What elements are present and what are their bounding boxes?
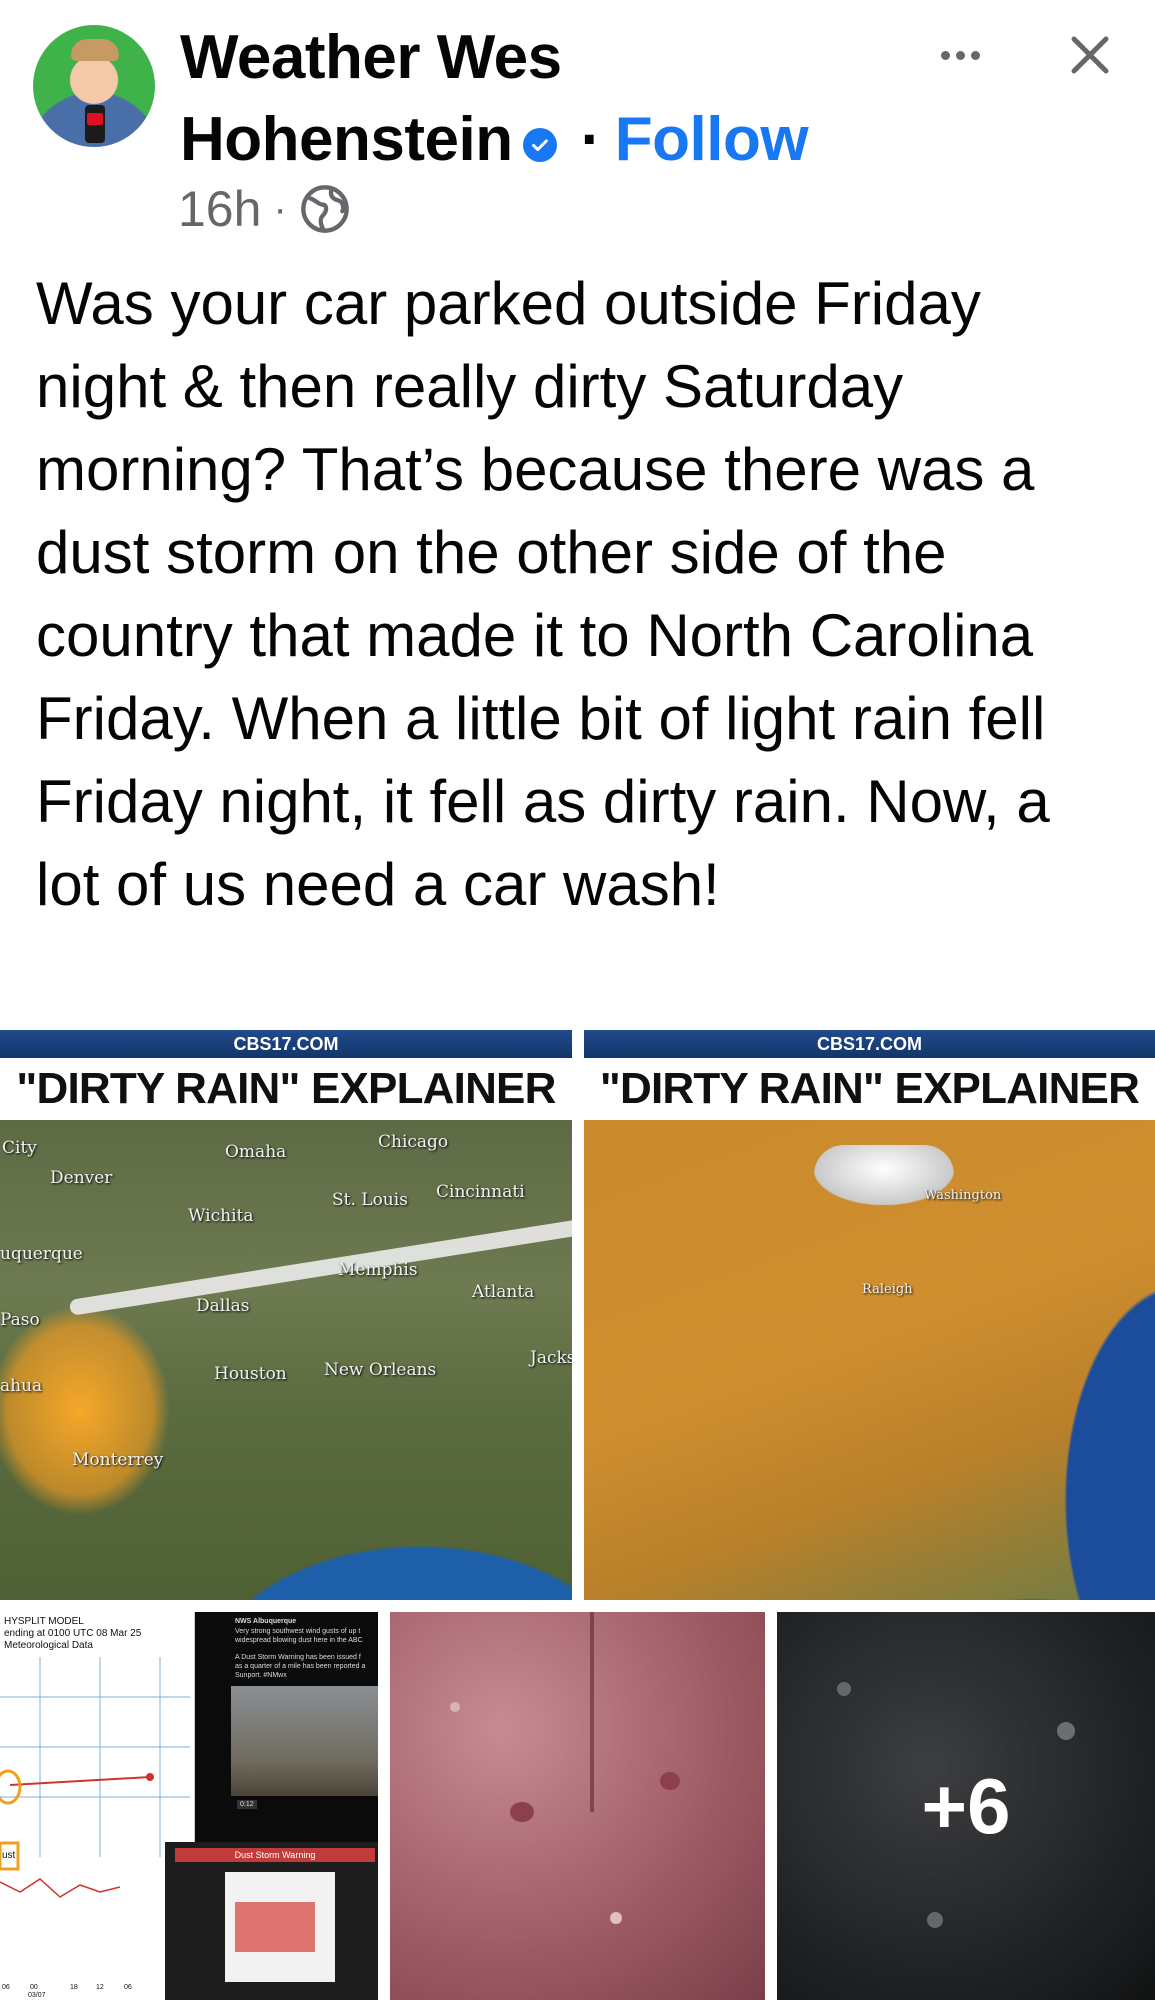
video-time: 0:12 xyxy=(237,1800,257,1809)
site-bar: CBS17.COM xyxy=(0,1030,572,1058)
post-meta: 16h · xyxy=(178,180,351,238)
more-dot xyxy=(970,50,980,60)
post-time[interactable]: 16h xyxy=(178,180,261,238)
map-label: Denver xyxy=(50,1168,113,1188)
map-label: Dallas xyxy=(196,1296,250,1316)
author-avatar[interactable] xyxy=(33,25,155,147)
warning-map xyxy=(225,1872,335,1982)
map-label: Jacks xyxy=(530,1348,572,1368)
map-label: Atlanta xyxy=(472,1282,535,1302)
globe-icon[interactable] xyxy=(299,183,351,235)
more-dot xyxy=(955,50,965,60)
tweet-text: NWS Albuquerque xyxy=(235,1618,297,1625)
map-label: Paso xyxy=(0,1310,40,1330)
name-separator: · xyxy=(580,105,602,174)
map-label: Cincinnati xyxy=(436,1182,525,1202)
map-label: Raleigh xyxy=(862,1282,913,1297)
dust-path-map: City Denver Omaha Chicago St. Louis Cinc… xyxy=(0,1120,572,1600)
map-label: uquerque xyxy=(0,1244,83,1264)
close-icon[interactable] xyxy=(1060,25,1120,85)
map-label: Chicago xyxy=(378,1132,449,1152)
media-grid: CBS17.COM "DIRTY RAIN" EXPLAINER City De… xyxy=(0,1030,1155,2000)
photo-dirty-rain-map-1[interactable]: CBS17.COM "DIRTY RAIN" EXPLAINER City De… xyxy=(0,1030,572,1600)
meta-separator: · xyxy=(273,186,287,231)
explainer-title: "DIRTY RAIN" EXPLAINER xyxy=(0,1058,572,1120)
tweet-text: widespread blowing dust here in the ABC xyxy=(235,1637,363,1644)
tweet-screenshot: NWS Albuquerque Very strong southwest wi… xyxy=(195,1612,378,1842)
tweet-text: A Dust Storm Warning has been issued f xyxy=(235,1654,361,1661)
author-name-line1[interactable]: Weather Wes xyxy=(180,22,562,94)
dirt-speck xyxy=(510,1802,534,1822)
warning-title: Dust Storm Warning xyxy=(175,1848,375,1862)
photo-dirty-windshield[interactable]: +6 xyxy=(777,1612,1155,2000)
photo-dirty-rain-map-2[interactable]: CBS17.COM "DIRTY RAIN" EXPLAINER Washing… xyxy=(584,1030,1155,1600)
map-label: St. Louis xyxy=(332,1190,408,1210)
warning-area xyxy=(235,1902,315,1952)
avatar-microphone xyxy=(85,105,105,143)
map-label: Wichita xyxy=(188,1206,254,1226)
photo-hysplit-collage[interactable]: HYSPLIT MODEL ending at 0100 UTC 08 Mar … xyxy=(0,1612,378,2000)
axis-label: 06 xyxy=(2,1984,10,1991)
axis-label: 00 xyxy=(30,1984,38,1991)
post-text: Was your car parked outside Friday night… xyxy=(36,270,1050,918)
follow-button[interactable]: Follow xyxy=(615,104,809,176)
dust-storm-photo xyxy=(231,1686,378,1796)
map-label: Washington xyxy=(924,1188,1002,1203)
map-label: Monterrey xyxy=(72,1450,164,1470)
map-label: Houston xyxy=(214,1364,287,1384)
hysplit-text: ending at 0100 UTC 08 Mar 25 xyxy=(4,1628,142,1639)
dirt-speck xyxy=(660,1772,680,1790)
dust-label: ust xyxy=(2,1850,16,1861)
map-label: ahua xyxy=(0,1376,43,1396)
author-name-row: Hohenstein · Follow xyxy=(180,104,809,176)
post-header: Weather Wes Hohenstein · Follow 16h · xyxy=(0,0,1155,250)
map-label: Memphis xyxy=(338,1260,418,1280)
axis-label: 18 xyxy=(70,1984,78,1991)
map-label: Omaha xyxy=(225,1142,287,1162)
more-options-button[interactable] xyxy=(930,30,990,80)
north-carolina-map: Washington Raleigh xyxy=(584,1120,1155,1600)
map-label: New Orleans xyxy=(324,1360,437,1380)
tweet-text: as a quarter of a mile has been reported… xyxy=(235,1663,366,1670)
dirt-speck xyxy=(450,1702,460,1712)
dust-storm-warning-panel: Dust Storm Warning xyxy=(165,1842,378,2000)
axis-label: 12 xyxy=(96,1984,104,1991)
avatar-hair xyxy=(71,39,119,61)
axis-label: 06 xyxy=(124,1984,132,1991)
tweet-text: Very strong southwest wind gusts of up t xyxy=(235,1628,361,1635)
verified-badge-icon xyxy=(522,128,557,162)
axis-label: 03/07 xyxy=(28,1992,46,1999)
hysplit-text: Meteorological Data xyxy=(4,1640,93,1651)
more-dots-icon xyxy=(940,50,950,60)
dirt-speck xyxy=(610,1912,622,1924)
hysplit-text: HYSPLIT MODEL xyxy=(4,1616,84,1627)
tweet-text: Sunport. #NMwx xyxy=(235,1672,287,1679)
explainer-title: "DIRTY RAIN" EXPLAINER xyxy=(584,1058,1155,1120)
author-name-line2[interactable]: Hohenstein xyxy=(180,104,513,176)
site-bar: CBS17.COM xyxy=(584,1030,1155,1058)
photo-dirty-car-hood[interactable] xyxy=(390,1612,765,2000)
reflection-line xyxy=(590,1612,594,1812)
map-label: City xyxy=(2,1138,37,1158)
more-photos-count[interactable]: +6 xyxy=(777,1612,1155,2000)
